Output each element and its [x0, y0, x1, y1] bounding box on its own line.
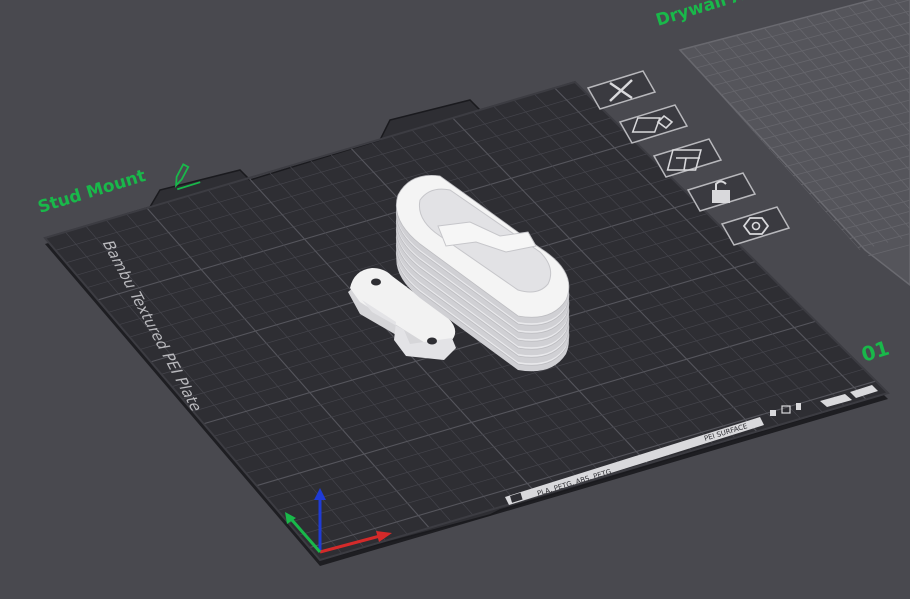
arrange-icon[interactable]: [652, 138, 723, 178]
plate-number: 01: [858, 336, 892, 367]
lock-icon[interactable]: [686, 172, 757, 212]
pick-plate-icon[interactable]: [618, 104, 689, 144]
close-icon[interactable]: [586, 70, 657, 110]
next-plate-name[interactable]: Drywall A: [654, 0, 748, 31]
settings-icon[interactable]: [720, 206, 791, 246]
plate-name[interactable]: Stud Mount: [36, 166, 148, 218]
3d-viewport[interactable]: Bambu Textured PEI Plate PLA, PETG, ABS,…: [0, 0, 910, 599]
